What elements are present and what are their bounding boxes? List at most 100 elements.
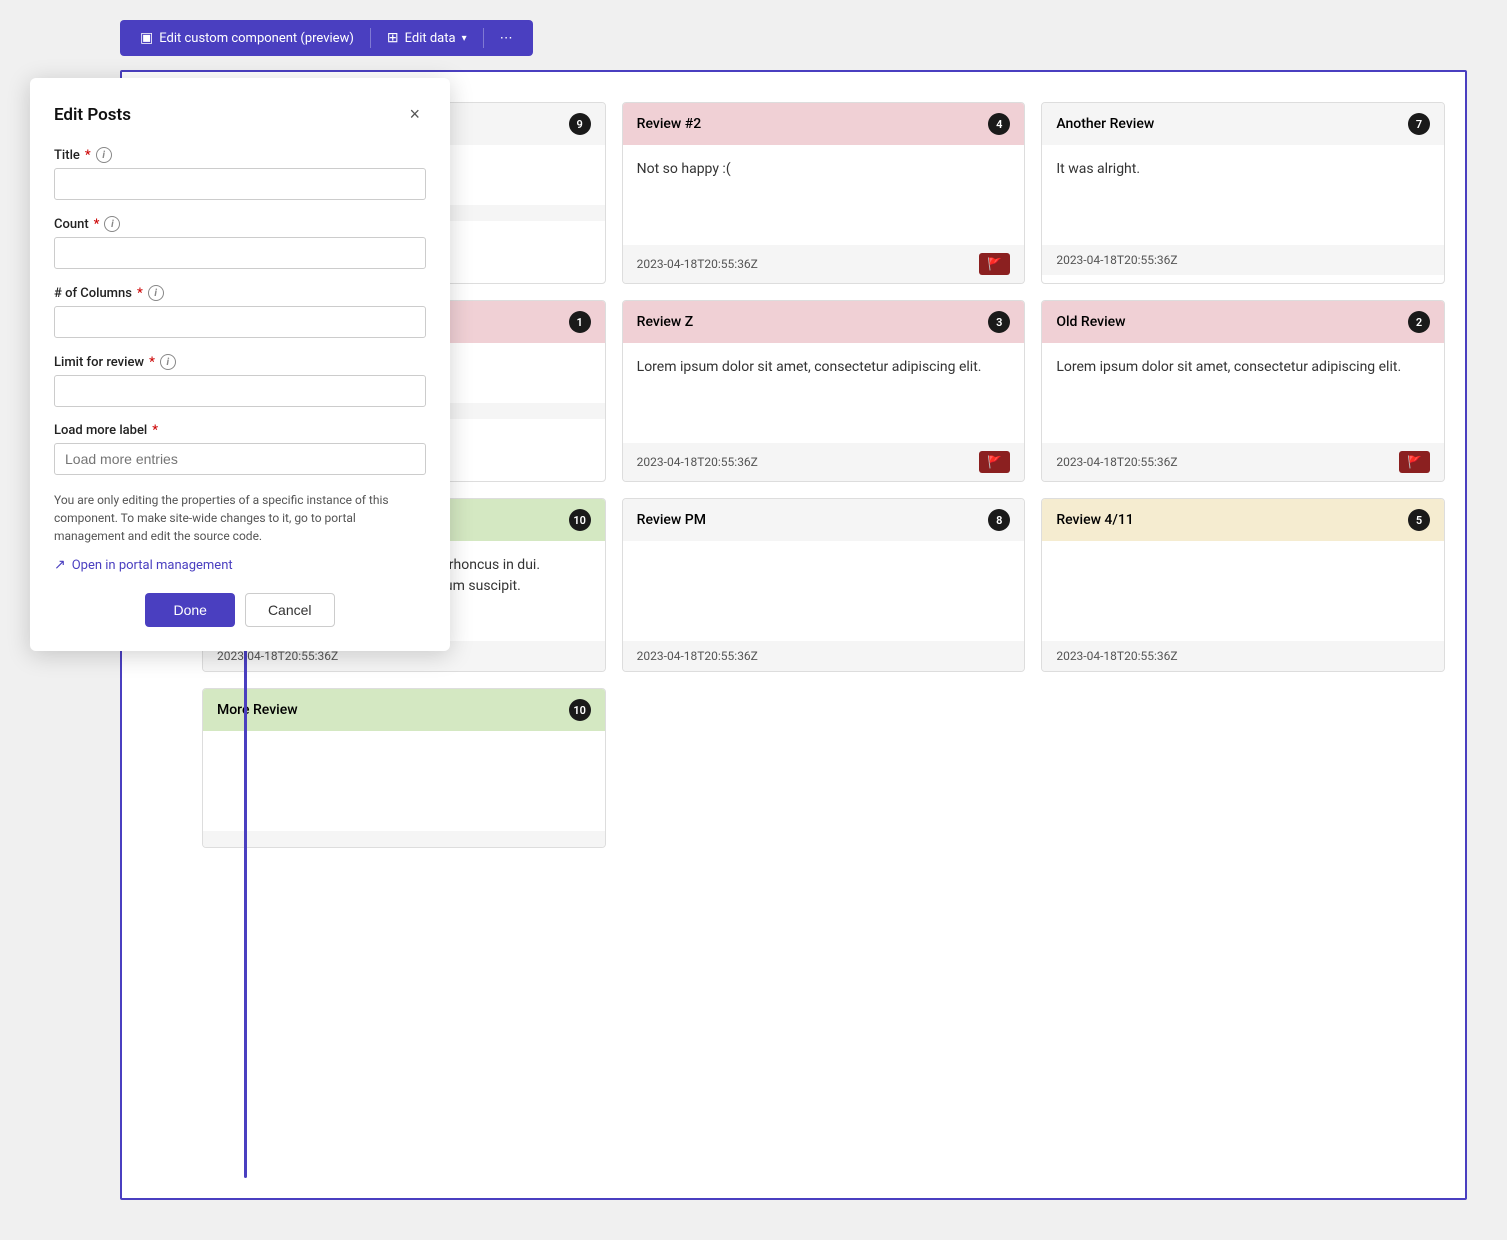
review-card: Old Review 2 Lorem ipsum dolor sit amet,… — [1041, 300, 1445, 482]
edit-data-label: Edit data — [405, 31, 456, 46]
columns-field-group: # of Columns * i — [54, 285, 426, 338]
title-required: * — [85, 148, 91, 163]
review-badge: 4 — [988, 113, 1010, 135]
load-more-input[interactable] — [54, 443, 426, 475]
review-badge: 10 — [569, 509, 591, 531]
more-icon: ⋯ — [500, 31, 513, 46]
review-card-footer: 2023-04-18T20:55:36Z — [1042, 641, 1444, 671]
external-link-icon: ↗ — [54, 557, 66, 573]
edit-posts-modal: Edit Posts × Title * i Count * i # of Co… — [30, 78, 450, 651]
review-card-header: Review 4/11 5 — [1042, 499, 1444, 541]
review-title: Review PM — [637, 512, 706, 528]
review-title: Review Z — [637, 314, 694, 330]
flag-button[interactable]: 🚩 — [979, 253, 1010, 275]
review-date: 2023-04-18T20:55:36Z — [1056, 253, 1177, 267]
review-card: Review #2 4 Not so happy :( 2023-04-18T2… — [622, 102, 1026, 284]
portal-link-label: Open in portal management — [72, 558, 233, 573]
load-more-label: Load more label * — [54, 423, 426, 438]
columns-info-icon[interactable]: i — [148, 285, 164, 301]
review-card-body: It was alright. — [1042, 145, 1444, 245]
review-card-body: Not so happy :( — [623, 145, 1025, 245]
review-card-body: Lorem ipsum dolor sit amet, consectetur … — [1042, 343, 1444, 443]
toolbar: ▣ Edit custom component (preview) ⊞ Edit… — [120, 20, 533, 56]
review-title: Old Review — [1056, 314, 1125, 330]
review-date: 2023-04-18T20:55:36Z — [637, 455, 758, 469]
review-badge: 2 — [1408, 311, 1430, 333]
review-title: More Review — [217, 702, 298, 718]
component-icon: ▣ — [140, 30, 153, 46]
review-card: Review Z 3 Lorem ipsum dolor sit amet, c… — [622, 300, 1026, 482]
review-card-footer: 2023-04-18T20:55:36Z — [1042, 245, 1444, 275]
review-badge: 7 — [1408, 113, 1430, 135]
count-label: Count * i — [54, 216, 426, 232]
review-badge: 10 — [569, 699, 591, 721]
review-card-header: Review #2 4 — [623, 103, 1025, 145]
load-more-required: * — [152, 423, 158, 438]
review-title: Another Review — [1056, 116, 1154, 132]
modal-header: Edit Posts × — [54, 102, 426, 127]
title-input[interactable] — [54, 168, 426, 200]
cancel-button[interactable]: Cancel — [245, 593, 335, 627]
toolbar-separator-2 — [483, 28, 484, 48]
toolbar-separator — [370, 28, 371, 48]
modal-close-button[interactable]: × — [403, 102, 426, 127]
review-card-header: Another Review 7 — [1042, 103, 1444, 145]
count-info-icon[interactable]: i — [104, 216, 120, 232]
review-date: 2023-04-18T20:55:36Z — [217, 649, 338, 663]
flag-button[interactable]: 🚩 — [979, 451, 1010, 473]
edit-component-button[interactable]: ▣ Edit custom component (preview) — [130, 26, 364, 50]
load-more-field-group: Load more label * — [54, 423, 426, 475]
review-card-footer: 2023-04-18T20:55:36Z 🚩 — [1042, 443, 1444, 481]
count-field-group: Count * i — [54, 216, 426, 269]
limit-field-group: Limit for review * i — [54, 354, 426, 407]
review-card-header: More Review 10 — [203, 689, 605, 731]
review-card-footer: 2023-04-18T20:55:36Z 🚩 — [623, 443, 1025, 481]
review-date: 2023-04-18T20:55:36Z — [1056, 649, 1177, 663]
review-card-header: Old Review 2 — [1042, 301, 1444, 343]
review-date: 2023-04-18T20:55:36Z — [637, 649, 758, 663]
review-card-footer: 2023-04-18T20:55:36Z — [623, 641, 1025, 671]
data-icon: ⊞ — [387, 30, 399, 46]
limit-required: * — [149, 355, 155, 370]
review-card-body — [623, 541, 1025, 641]
review-card-footer: 2023-04-18T20:55:36Z 🚩 — [623, 245, 1025, 283]
review-card: Another Review 7 It was alright. 2023-04… — [1041, 102, 1445, 284]
form-note: You are only editing the properties of a… — [54, 491, 426, 545]
count-input[interactable] — [54, 237, 426, 269]
modal-title: Edit Posts — [54, 105, 131, 125]
review-badge: 5 — [1408, 509, 1430, 531]
more-options-button[interactable]: ⋯ — [490, 27, 523, 50]
limit-label: Limit for review * i — [54, 354, 426, 370]
review-card-body: Lorem ipsum dolor sit amet, consectetur … — [623, 343, 1025, 443]
review-date: 2023-04-18T20:55:36Z — [1056, 455, 1177, 469]
review-badge: 3 — [988, 311, 1010, 333]
title-field-group: Title * i — [54, 147, 426, 200]
limit-input[interactable] — [54, 375, 426, 407]
title-label: Title * i — [54, 147, 426, 163]
review-card: Review PM 8 2023-04-18T20:55:36Z — [622, 498, 1026, 672]
chevron-down-icon: ▾ — [462, 33, 467, 44]
review-card-body — [203, 731, 605, 831]
modal-footer: Done Cancel — [54, 593, 426, 627]
review-card: Review 4/11 5 2023-04-18T20:55:36Z — [1041, 498, 1445, 672]
review-card-header: Review Z 3 — [623, 301, 1025, 343]
review-title: Review 4/11 — [1056, 512, 1133, 528]
columns-label: # of Columns * i — [54, 285, 426, 301]
limit-info-icon[interactable]: i — [160, 354, 176, 370]
review-date: 2023-04-18T20:55:36Z — [637, 257, 758, 271]
count-required: * — [94, 217, 100, 232]
review-card: More Review 10 — [202, 688, 606, 848]
columns-input[interactable] — [54, 306, 426, 338]
columns-required: * — [137, 286, 143, 301]
review-title: Review #2 — [637, 116, 702, 132]
review-card-footer — [203, 831, 605, 847]
review-badge: 9 — [569, 113, 591, 135]
flag-button[interactable]: 🚩 — [1399, 451, 1430, 473]
edit-data-button[interactable]: ⊞ Edit data ▾ — [377, 26, 477, 50]
review-badge: 8 — [988, 509, 1010, 531]
title-info-icon[interactable]: i — [96, 147, 112, 163]
edit-component-label: Edit custom component (preview) — [159, 31, 354, 46]
review-card-header: Review PM 8 — [623, 499, 1025, 541]
portal-management-link[interactable]: ↗ Open in portal management — [54, 557, 426, 573]
done-button[interactable]: Done — [145, 593, 234, 627]
